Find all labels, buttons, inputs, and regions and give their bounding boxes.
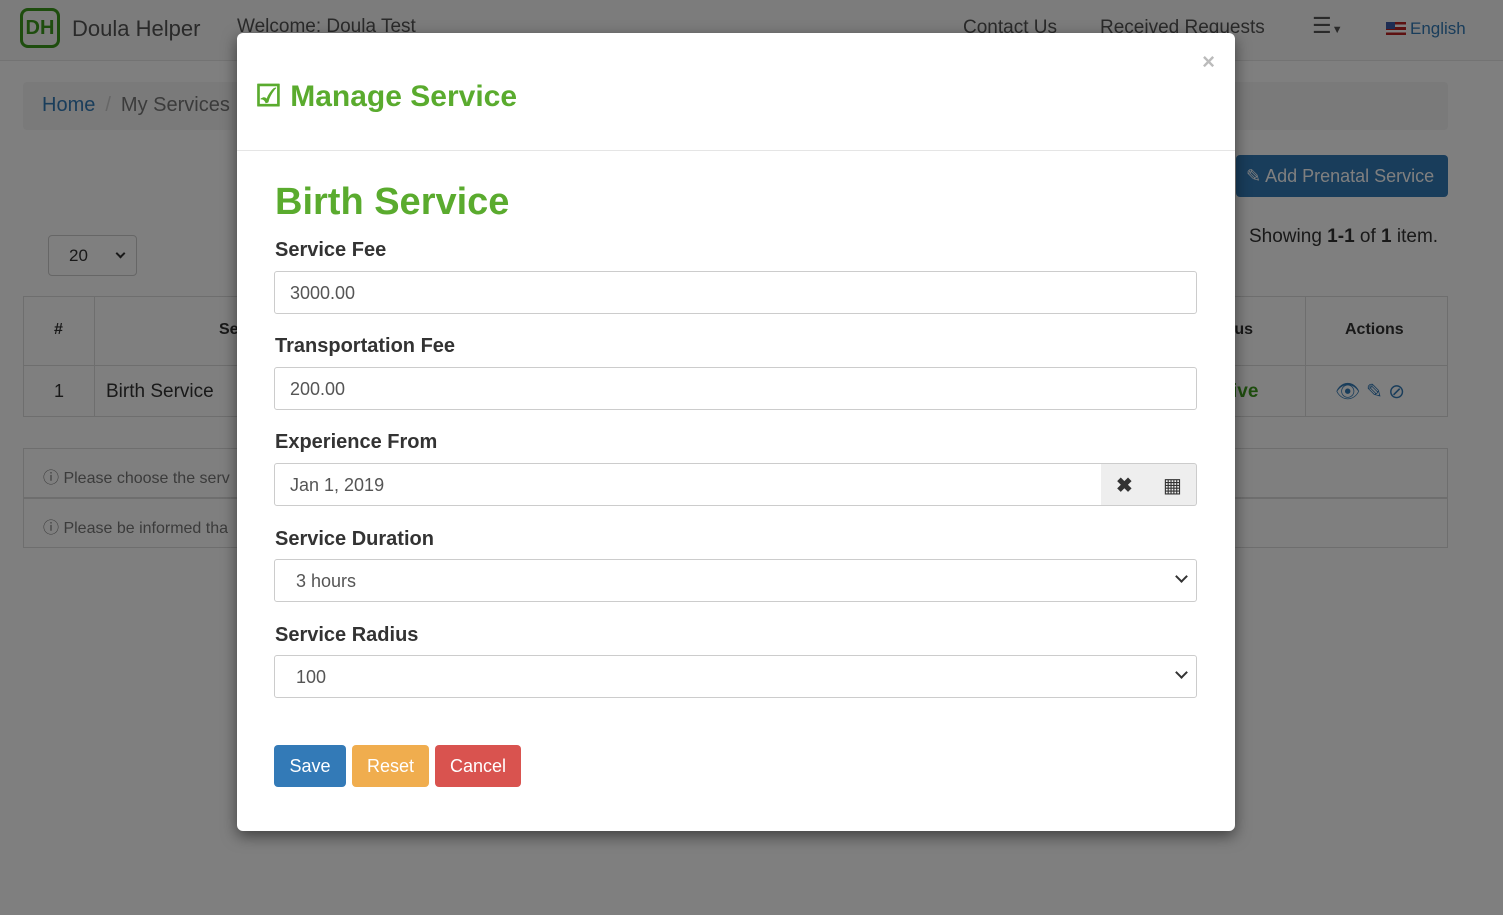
check-square-icon: ☑: [255, 80, 282, 113]
manage-service-modal: ☑ Manage Service × Birth Service Service…: [237, 33, 1235, 831]
modal-title: ☑ Manage Service: [255, 80, 518, 113]
service-duration-label: Service Duration: [275, 528, 434, 550]
cancel-button[interactable]: Cancel: [435, 745, 521, 787]
service-fee-input[interactable]: 3000.00: [274, 271, 1197, 314]
service-fee-label: Service Fee: [275, 239, 387, 261]
reset-button[interactable]: Reset: [352, 745, 429, 787]
chevron-down-icon: [1175, 570, 1188, 583]
transportation-fee-input[interactable]: 200.00: [274, 367, 1197, 410]
experience-from-label: Experience From: [275, 431, 438, 453]
section-title: Birth Service: [275, 181, 510, 223]
service-duration-select[interactable]: 3 hours: [274, 559, 1197, 602]
clear-date-icon[interactable]: ✖: [1116, 473, 1133, 498]
service-radius-label: Service Radius: [275, 624, 419, 646]
service-radius-select[interactable]: 100: [274, 655, 1197, 698]
close-button[interactable]: ×: [1202, 49, 1215, 75]
save-button[interactable]: Save: [274, 745, 346, 787]
calendar-icon[interactable]: ▦: [1163, 473, 1182, 498]
transportation-fee-label: Transportation Fee: [275, 335, 456, 357]
chevron-down-icon: [1175, 666, 1188, 679]
experience-from-input[interactable]: Jan 1, 2019: [274, 463, 1102, 506]
date-addon: ✖ ▦: [1101, 463, 1197, 506]
